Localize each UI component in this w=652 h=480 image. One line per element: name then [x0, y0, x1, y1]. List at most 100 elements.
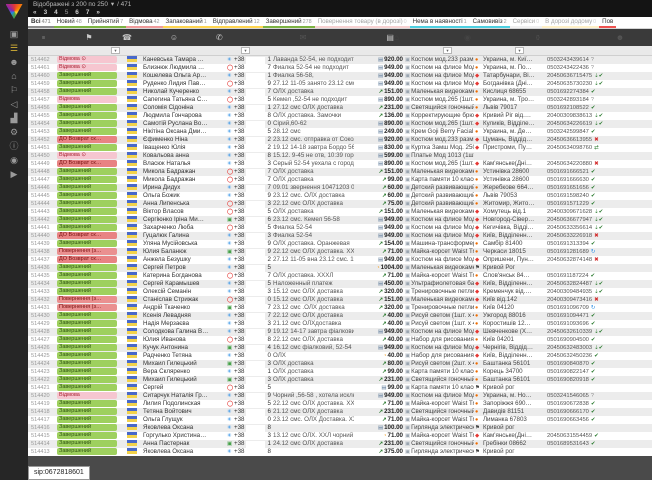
phone-cell[interactable]: ✳+380: [226, 120, 272, 128]
product-column-icon[interactable]: ⌂: [394, 33, 464, 42]
table-row[interactable]: 514428 Завершений Солодкова Галина В… ✳+…: [28, 328, 652, 336]
table-row[interactable]: 514448 Завершений Микола Бадражан ◯+387 …: [28, 168, 652, 176]
table-row[interactable]: 514460 Завершений Кошелева Ольга Ар… ✳+3…: [28, 72, 652, 80]
phone-cell[interactable]: ✳+388: [226, 448, 272, 456]
phone-cell[interactable]: ▣+387: [226, 304, 272, 312]
client-column-icon[interactable]: ☺: [132, 33, 216, 42]
phone-cell[interactable]: ✳+388: [226, 152, 272, 160]
phone-cell[interactable]: ✳+388: [226, 112, 272, 120]
addr-column-icon[interactable]: ◉: [464, 33, 536, 42]
video-icon[interactable]: ▶: [5, 168, 23, 180]
tab-status[interactable]: Всі471: [28, 17, 54, 28]
tab-status[interactable]: Нема в наявності1: [410, 17, 470, 28]
tab-status[interactable]: Відмова42: [126, 17, 162, 28]
phone-cell[interactable]: ✳+380: [226, 352, 272, 360]
phone-cell[interactable]: ✳+388: [226, 424, 272, 432]
table-row[interactable]: 514419 Завершений Лилия Подолинская ◯+38…: [28, 400, 652, 408]
phone-cell[interactable]: ◯+389: [226, 80, 272, 88]
table-row[interactable]: 514431 Повернення (з… Андрій Ткаченко ▣+…: [28, 304, 652, 312]
phone-filter-dropdown[interactable]: ▾: [241, 47, 250, 54]
phone-cell[interactable]: ✳+381: [226, 368, 272, 376]
table-row[interactable]: 514423 Завершений Вера Скляренко ✳+381 О…: [28, 368, 652, 376]
phone-cell[interactable]: ✳+382: [226, 144, 272, 152]
table-row[interactable]: 514440 ДО Возврат ск… Гуцалюк Галина ✳+3…: [28, 232, 652, 240]
table-row[interactable]: 514445 Завершений Ольга Божик ✳+389 23.1…: [28, 192, 652, 200]
phone-cell[interactable]: ◯+385: [226, 224, 272, 232]
phone-cell[interactable]: ▣+383: [226, 376, 272, 384]
table-row[interactable]: 514461 Відмова ⊙ Близнюк Людмила … ◯+387…: [28, 64, 652, 72]
table-row[interactable]: 514437 ДО Возврат ск… Анжела Безушку ✳+3…: [28, 256, 652, 264]
table-row[interactable]: 514443 Завершений Віктор Власов ◯+385 ОЛ…: [28, 208, 652, 216]
tab-status[interactable]: Запакований1: [163, 17, 210, 28]
table-row[interactable]: 514436 Завершений Сергей Петров ✳+385 ◔1…: [28, 264, 652, 272]
page-3-button[interactable]: 3: [44, 9, 48, 17]
phone-cell[interactable]: ✳+386: [226, 408, 272, 416]
table-row[interactable]: 514417 Завершений Ольга Глущук ✳+380 23.…: [28, 416, 652, 424]
comment-column-icon[interactable]: ✉: [262, 33, 344, 42]
feedback-icon[interactable]: ◉: [5, 154, 23, 166]
phone-cell[interactable]: ✳+387: [226, 184, 272, 192]
table-row[interactable]: 514444 Завершений Анна Липенська ◯+383 2…: [28, 200, 652, 208]
last-page-button[interactable]: »: [96, 9, 100, 17]
table-row[interactable]: 514432 Повернення (з… Станіслав Стрижак …: [28, 296, 652, 304]
tab-status[interactable]: Прийнятий7: [85, 17, 126, 28]
info-icon[interactable]: ⓘ: [5, 140, 23, 152]
table-row[interactable]: 514456 Завершений Соломія Сідоніна ✳+381…: [28, 104, 652, 112]
tab-status[interactable]: Завершений278: [263, 17, 315, 28]
clients-icon[interactable]: ☻: [5, 56, 23, 68]
id-column-icon[interactable]: ≡: [28, 35, 56, 41]
phone-cell[interactable]: ▣+383: [226, 360, 272, 368]
phone-cell[interactable]: ✳+385: [226, 280, 272, 288]
phone-cell[interactable]: ✳+385: [226, 264, 272, 272]
phone-cell[interactable]: ✳+383: [226, 232, 272, 240]
table-row[interactable]: 514435 Завершений Катерина Богданова ◯+3…: [28, 272, 652, 280]
page-size-caret[interactable]: ▾: [111, 1, 114, 9]
table-row[interactable]: 514458 Завершений Николай Кучеренко ✳+38…: [28, 88, 652, 96]
table-row[interactable]: 514454 Завершений Самотій Руслана Во… ✳+…: [28, 120, 652, 128]
operator-column-icon[interactable]: ☎: [122, 33, 132, 42]
company-icon[interactable]: ⌂: [5, 70, 23, 82]
table-row[interactable]: 514438 Повернення (з… Юлия Баланюк ▣+389…: [28, 248, 652, 256]
phone-cell[interactable]: ✳+382: [226, 256, 272, 264]
phone-cell[interactable]: ◯+387: [226, 272, 272, 280]
addr-filter-dropdown[interactable]: ▾: [515, 47, 524, 54]
status-filter-dropdown[interactable]: ▾: [111, 47, 120, 54]
table-row[interactable]: 514442 Завершений Сергіюнко Іріна Ми… ▣+…: [28, 216, 652, 224]
first-page-button[interactable]: «: [33, 9, 37, 17]
phone-column-icon[interactable]: ✆: [216, 33, 262, 42]
table-row[interactable]: 514418 Завершений Тетяна Войтович ✳+386 …: [28, 408, 652, 416]
table-row[interactable]: 514447 Завершений Микола Бадражан ◯+387 …: [28, 176, 652, 184]
table-row[interactable]: 514430 Завершений Ксенія Левадняя ✳+387 …: [28, 312, 652, 320]
table-row[interactable]: 514450 Відмова ⊙ Ковальова анна ✳+388 15…: [28, 152, 652, 160]
tab-status[interactable]: Пов: [599, 17, 616, 28]
phone-cell[interactable]: ◯+383: [226, 200, 272, 208]
track-column-icon[interactable]: {}: [536, 35, 602, 41]
table-row[interactable]: 514413 Завершений Яковлева Оксана ✳+388 …: [28, 448, 652, 456]
table-row[interactable]: 514429 Завершений Надія Мерзаєва ✳+383 2…: [28, 320, 652, 328]
phone-cell[interactable]: ◯+387: [226, 176, 272, 184]
phone-cell[interactable]: ▣+389: [226, 248, 272, 256]
price-column-icon[interactable]: ▤: [344, 33, 394, 42]
phone-cell[interactable]: ▣+381: [226, 440, 272, 448]
tab-status[interactable]: В дорозі додому0: [542, 17, 599, 28]
table-row[interactable]: 514414 Завершений Анна Пастернак ▣+381 2…: [28, 440, 652, 448]
phone-cell[interactable]: ◯+380: [226, 296, 272, 304]
table-row[interactable]: 514421 Завершений Сергей ◯+385 ▤99.00 ▣К…: [28, 384, 652, 392]
phone-cell[interactable]: ▣+386: [226, 216, 272, 224]
phone-cell[interactable]: ✳+381: [226, 56, 272, 64]
table-row[interactable]: 514420 Відмова Ситарчук Наталія Гр… ✳+38…: [28, 392, 652, 400]
page-5-button[interactable]: 5: [65, 9, 69, 17]
phone-cell[interactable]: ◯+385: [226, 384, 272, 392]
phone-cell[interactable]: ✳+385: [226, 128, 272, 136]
tab-status[interactable]: Самовивіз2: [470, 17, 510, 28]
site-column-icon[interactable]: ☻: [602, 33, 638, 42]
product-filter-dropdown[interactable]: ▾: [443, 47, 452, 54]
phone-cell[interactable]: ◯+385: [226, 96, 272, 104]
table-row[interactable]: 514422 Завершений Михаил Гилецький ▣+383…: [28, 376, 652, 384]
table-row[interactable]: 514424 Завершений Михаил Гилецький ▣+383…: [28, 360, 652, 368]
table-row[interactable]: 514439 Завершений Уляна Мусійовська ✳+38…: [28, 240, 652, 248]
campaigns-icon[interactable]: ◁: [5, 98, 23, 110]
phone-cell[interactable]: ✳+383: [226, 320, 272, 328]
app-logo-icon[interactable]: [6, 4, 23, 19]
table-row[interactable]: 514457 Відмова Сапегина Татьяна С… ◯+385…: [28, 96, 652, 104]
